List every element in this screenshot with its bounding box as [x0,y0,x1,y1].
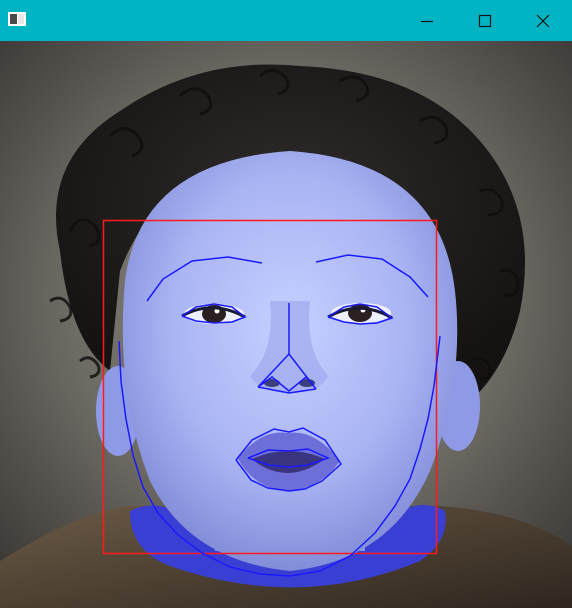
image-viewport [0,41,572,608]
close-icon [536,14,550,28]
app-window [0,0,572,608]
maximize-icon [478,14,492,28]
maximize-button[interactable] [456,0,514,41]
app-icon [8,12,26,26]
minimize-icon [421,20,433,23]
close-button[interactable] [514,0,572,41]
title-bar[interactable] [0,0,572,41]
minimize-button[interactable] [398,0,456,41]
